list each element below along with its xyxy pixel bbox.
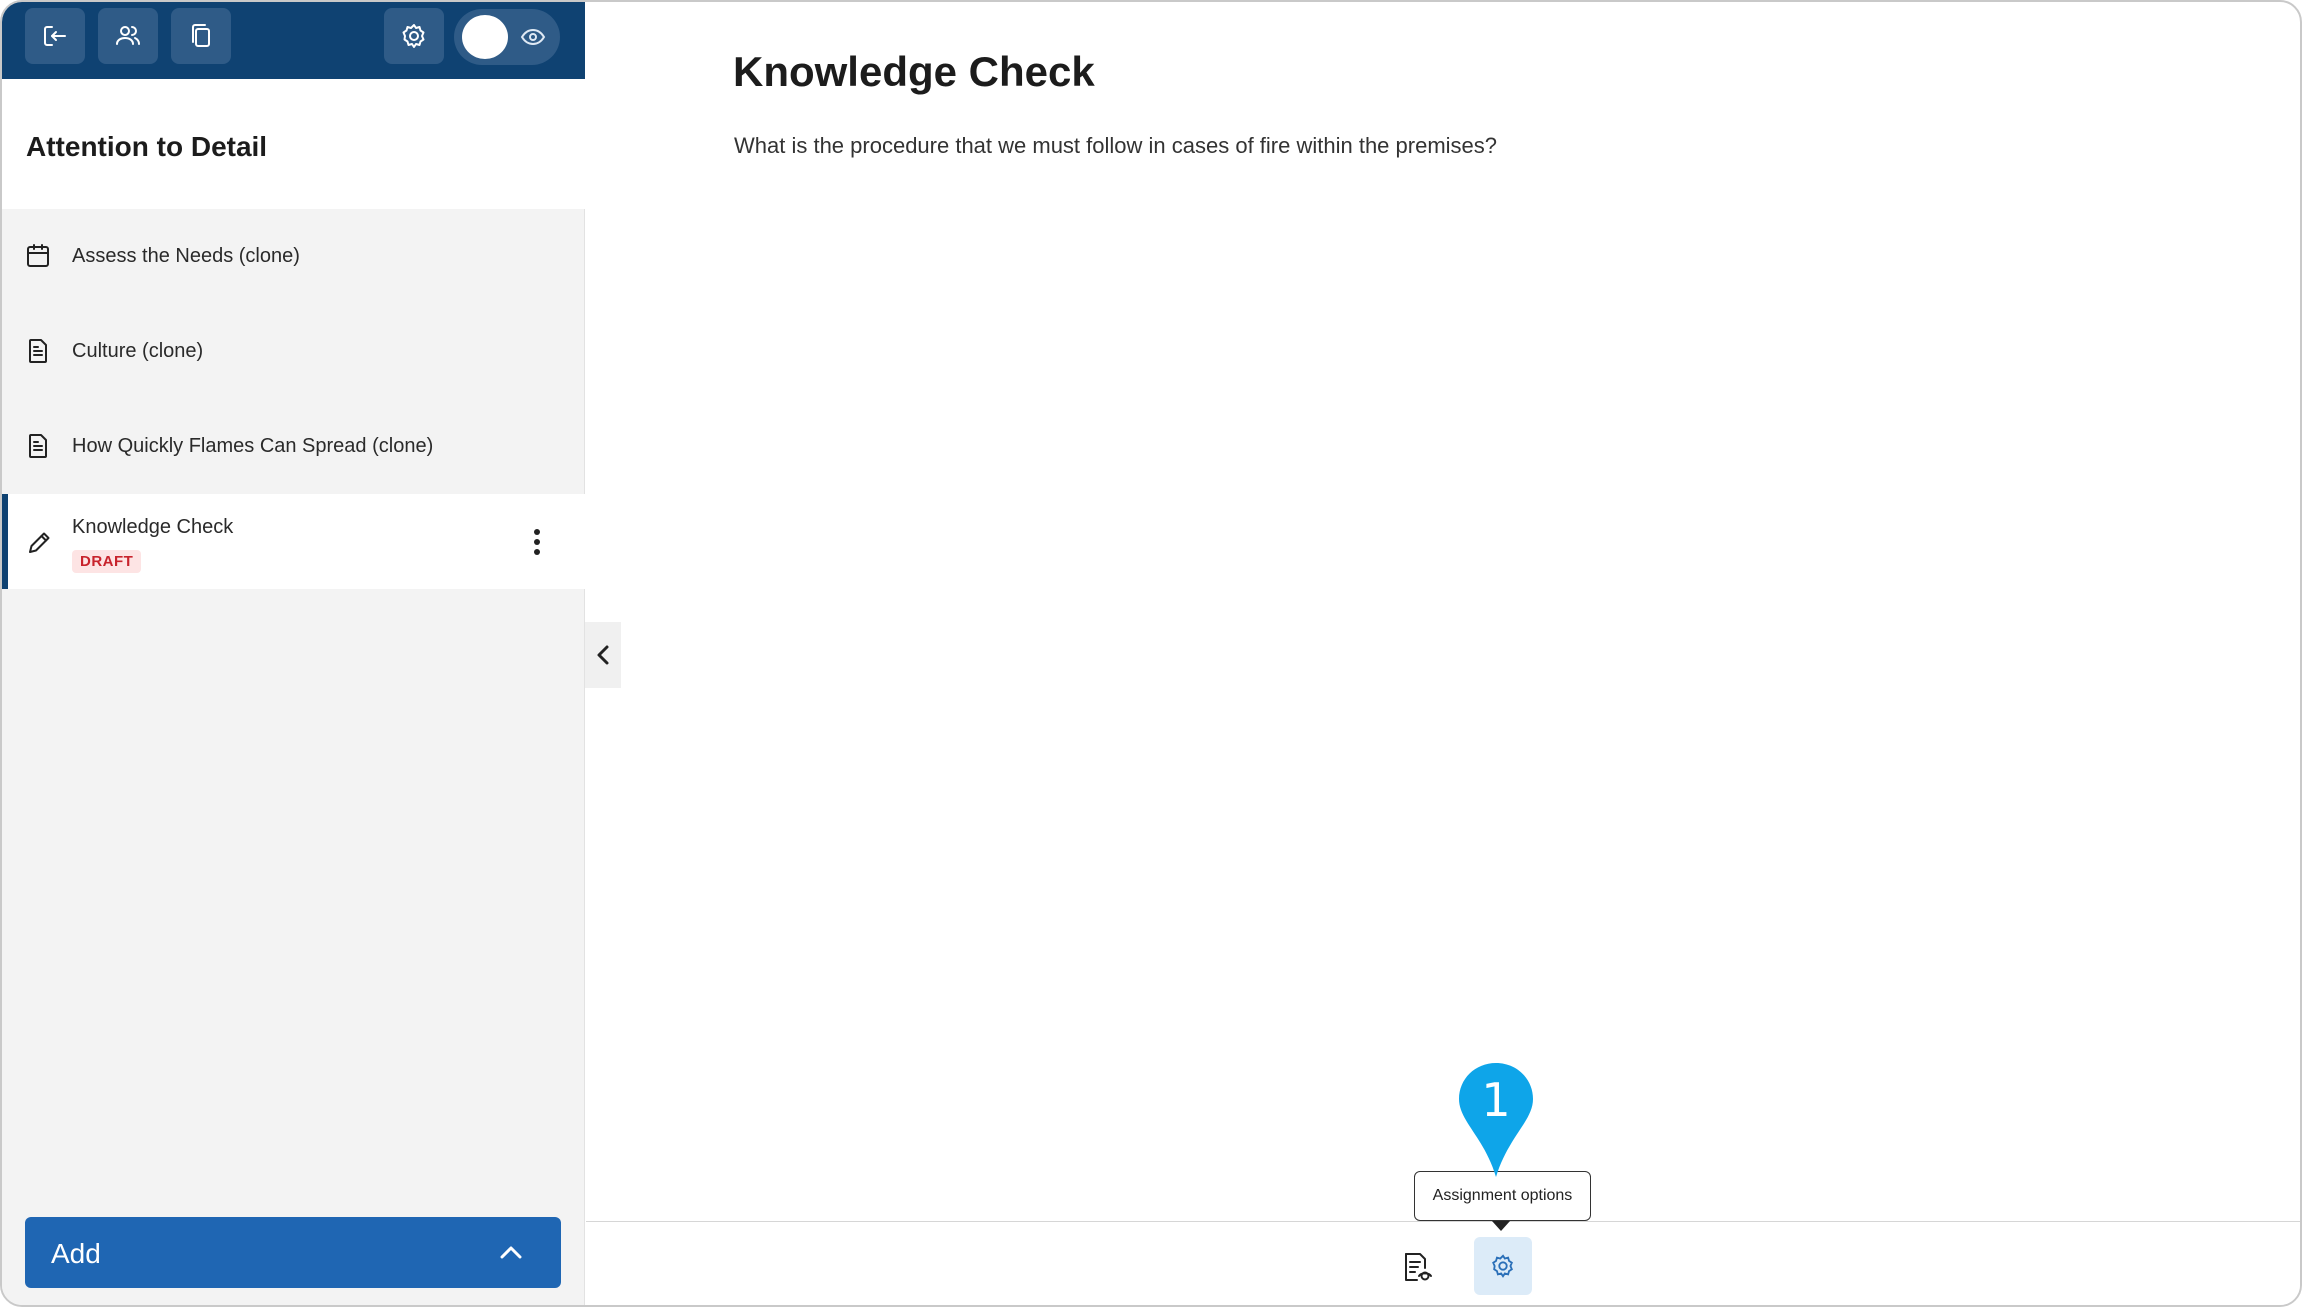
document-icon: [24, 337, 52, 365]
copy-button[interactable]: [171, 8, 231, 64]
kebab-dot: [534, 539, 540, 545]
lesson-item-label: Knowledge Check: [72, 516, 234, 538]
kebab-dot: [534, 529, 540, 535]
question-text: What is the procedure that we must follo…: [734, 133, 1498, 158]
footer-toolbar: [586, 1221, 2300, 1305]
step-marker-number: 1: [1481, 1073, 1511, 1127]
chevron-up-icon: [497, 1239, 525, 1265]
toggle-knob: [462, 15, 508, 59]
course-title: Attention to Detail: [26, 131, 268, 162]
settings-button[interactable]: [384, 8, 444, 64]
add-button-label: Add: [51, 1238, 101, 1269]
pencil-icon: [26, 528, 54, 556]
tooltip-arrow: [1492, 1221, 1510, 1231]
preview-toggle[interactable]: [454, 9, 560, 65]
main-content: Knowledge Check What is the procedure th…: [586, 2, 2300, 1305]
sidebar: Attention to Detail Assess the Needs (cl…: [2, 2, 585, 1305]
page-title: Knowledge Check: [733, 48, 1095, 95]
more-options-button[interactable]: [522, 524, 552, 560]
copy-icon: [192, 24, 210, 47]
users-button[interactable]: [98, 8, 158, 64]
app-window: Attention to Detail Assess the Needs (cl…: [0, 0, 2302, 1307]
lesson-item-assess-the-needs[interactable]: Assess the Needs (clone): [2, 209, 585, 304]
add-button[interactable]: Add: [25, 1217, 561, 1288]
exit-icon: [44, 26, 66, 46]
lesson-item-label: How Quickly Flames Can Spread (clone): [72, 435, 434, 457]
sidebar-toolbar: [2, 2, 585, 79]
step-marker: 1: [1457, 1061, 1535, 1179]
users-icon: [116, 26, 140, 45]
draft-badge: DRAFT: [72, 550, 142, 573]
document-preview-icon: [1405, 1253, 1432, 1281]
course-header: Attention to Detail: [2, 79, 585, 209]
gear-icon: [1492, 1254, 1513, 1278]
lesson-item-label: Culture (clone): [72, 340, 204, 362]
lesson-item-knowledge-check[interactable]: Knowledge Check DRAFT: [2, 494, 585, 589]
assignment-options-button[interactable]: [1474, 1237, 1532, 1295]
eye-icon: [520, 25, 546, 49]
lesson-item-culture[interactable]: Culture (clone): [2, 304, 585, 399]
document-icon: [24, 432, 52, 460]
preview-button[interactable]: [1400, 1250, 1434, 1284]
lesson-item-label: Assess the Needs (clone): [72, 245, 300, 267]
kebab-dot: [534, 549, 540, 555]
gear-icon: [402, 24, 425, 48]
calendar-icon: [24, 242, 52, 270]
lesson-item-flames-spread[interactable]: How Quickly Flames Can Spread (clone): [2, 399, 585, 494]
exit-button[interactable]: [25, 8, 85, 64]
lesson-list: Assess the Needs (clone) Culture (clone)…: [2, 209, 585, 589]
